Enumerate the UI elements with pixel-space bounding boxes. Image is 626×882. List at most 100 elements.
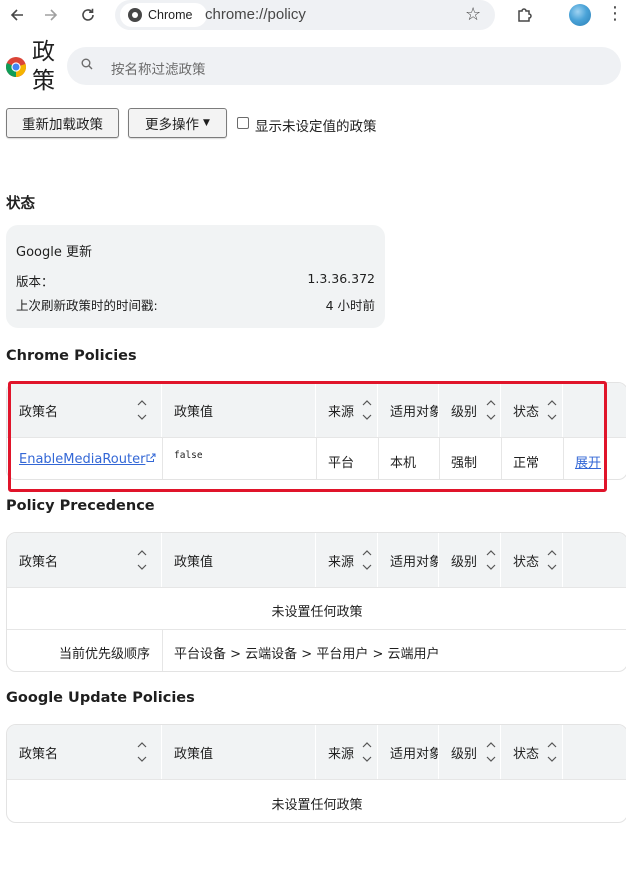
policy-level: 强制 [451,456,478,471]
profile-avatar[interactable] [569,4,591,26]
table-header: 政策名 政策值 来源 适用对象 级别 状态 [7,725,626,779]
dropdown-arrow-icon: ▼ [203,118,210,128]
back-button[interactable] [4,3,30,27]
column-name-label: 政策名 [19,404,59,420]
forward-arrow-icon [45,9,58,21]
reload-policies-button[interactable]: 重新加载政策 [6,108,119,138]
expand-link[interactable]: 展开 [575,452,601,471]
sort-source-icon[interactable] [362,549,372,571]
column-header-value: 政策值 [162,533,316,587]
column-divider [162,630,163,671]
column-value-label: 政策值 [174,404,214,420]
sort-level-icon[interactable] [486,741,496,763]
status-heading: 状态 [6,196,35,212]
sort-status-icon[interactable] [547,399,557,421]
column-divider [563,438,564,479]
page-title: 政策 [32,39,55,94]
browser-toolbar: Chrome chrome://policy ☆ ⋮ [0,0,626,30]
policy-value: false [174,450,203,461]
last-fetch-value: 4 小时前 [325,298,375,313]
chrome-policies-heading: Chrome Policies [6,348,137,364]
extensions-button[interactable] [512,3,538,27]
google-update-policies-heading: Google Update Policies [6,690,195,706]
search-placeholder: 按名称过滤政策 [111,62,206,78]
precedence-value: 平台设备 > 云端设备 > 平台用户 > 云端用户 [174,647,440,662]
sort-level-icon[interactable] [486,399,496,421]
column-header-scope[interactable]: 适用对象 [378,725,439,779]
url-text[interactable]: chrome://policy [205,6,306,23]
version-value: 1.3.36.372 [307,271,375,286]
bookmark-star-icon[interactable]: ☆ [465,4,481,25]
policy-scope: 本机 [390,456,417,471]
policy-name-link[interactable]: EnableMediaRouter [19,452,156,467]
policy-precedence-heading: Policy Precedence [6,498,155,514]
chrome-logo-icon [6,57,26,77]
version-label: 版本： [16,274,54,289]
chrome-icon [128,8,142,22]
sort-level-icon[interactable] [486,549,496,571]
chrome-policies-table: 政策名 政策值 来源 适用对象 级别 状态 EnableMediaRouter … [6,382,626,480]
column-scope-label: 适用对象 [390,746,439,762]
policy-status: 正常 [513,456,540,471]
status-box-title: Google 更新 [16,245,92,260]
column-level-label: 级别 [451,404,478,420]
column-source-label: 来源 [328,746,355,762]
precedence-label: 当前优先级顺序 [58,647,150,662]
reload-icon [82,8,94,21]
show-unset-checkbox[interactable] [237,117,249,129]
precedence-row: 当前优先级顺序 平台设备 > 云端设备 > 平台用户 > 云端用户 [7,629,626,671]
column-level-label: 级别 [451,554,478,570]
column-source-label: 来源 [328,554,355,570]
forward-button[interactable] [38,3,64,27]
empty-message: 未设置任何政策 [271,798,363,813]
site-chip-label: Chrome [148,8,193,22]
sort-name-icon[interactable] [137,741,147,763]
policy-source: 平台 [328,456,355,471]
sort-source-icon[interactable] [362,741,372,763]
column-scope-label: 适用对象 [390,404,439,420]
show-unset-label[interactable]: 显示未设定值的政策 [255,115,377,135]
external-link-icon [146,453,156,462]
empty-row: 未设置任何政策 [7,587,626,629]
back-arrow-icon [10,9,23,21]
column-status-label: 状态 [513,746,540,762]
puzzle-icon [518,8,532,22]
more-actions-button[interactable]: 更多操作 ▼ [128,108,227,138]
column-name-label: 政策名 [19,554,59,570]
column-scope-label: 适用对象 [390,554,439,570]
last-fetch-label: 上次刷新政策时的时间戳: [16,298,158,313]
search-icon [81,58,93,70]
column-header-scope[interactable]: 适用对象 [378,533,439,587]
column-status-label: 状态 [513,404,540,420]
policy-precedence-table: 政策名 政策值 来源 适用对象 级别 状态 未设置任何政策 当前优先级顺序 平台… [6,532,626,672]
more-actions-label: 更多操作 [145,117,200,133]
column-divider [439,438,440,479]
reload-button[interactable] [75,3,101,27]
empty-message: 未设置任何政策 [271,605,363,620]
column-value-label: 政策值 [174,746,214,762]
column-header-value: 政策值 [162,725,316,779]
policy-name-text: EnableMediaRouter [19,452,146,467]
column-source-label: 来源 [328,404,355,420]
policy-search-field[interactable]: 按名称过滤政策 [67,47,621,85]
table-header: 政策名 政策值 来源 适用对象 级别 状态 [7,533,626,587]
sort-source-icon[interactable] [362,399,372,421]
column-divider [162,438,163,479]
sort-status-icon[interactable] [547,549,557,571]
column-value-label: 政策值 [174,554,214,570]
sort-name-icon[interactable] [137,549,147,571]
sort-name-icon[interactable] [137,399,147,421]
menu-kebab-icon[interactable]: ⋮ [606,4,624,24]
column-level-label: 级别 [451,746,478,762]
column-divider [316,438,317,479]
column-divider [501,438,502,479]
column-divider [378,438,379,479]
site-chip[interactable]: Chrome [120,3,207,27]
column-header-scope[interactable]: 适用对象 [378,383,439,437]
table-header: 政策名 政策值 来源 适用对象 级别 状态 [7,383,626,437]
status-box: Google 更新 版本： 1.3.36.372 上次刷新政策时的时间戳: 4 … [6,225,385,328]
sort-status-icon[interactable] [547,741,557,763]
table-row: EnableMediaRouter false 平台 本机 强制 正常 展开 [7,437,626,479]
column-status-label: 状态 [513,554,540,570]
address-bar[interactable]: Chrome chrome://policy ☆ [115,0,495,30]
